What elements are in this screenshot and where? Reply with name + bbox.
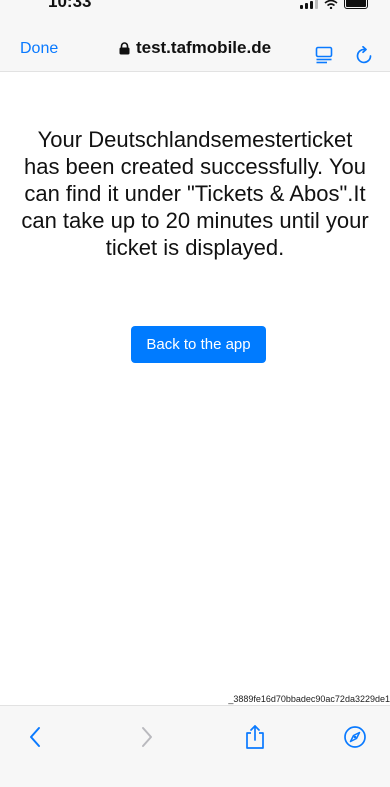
share-button[interactable] [240, 722, 270, 752]
reload-icon[interactable] [355, 46, 374, 65]
trace-id: _3889fe16d70bbadec90ac72da3229de1 [228, 694, 390, 704]
page-content: Your Deutschlandsemesterticket has been … [0, 72, 390, 702]
share-icon [246, 725, 264, 749]
back-arrow-icon [30, 727, 40, 747]
browser-nav-bar: Done test.tafmobile.de [0, 14, 390, 72]
forward-arrow-icon [142, 727, 152, 747]
battery-icon [344, 0, 368, 9]
status-time: 10:33 [48, 0, 92, 11]
safari-compass-icon [344, 726, 366, 748]
wifi-icon [324, 0, 338, 9]
url-text: test.tafmobile.de [135, 38, 272, 57]
signal-icon [300, 0, 318, 9]
success-message: Your Deutschlandsemesterticket has been … [21, 127, 369, 260]
open-in-safari-button[interactable] [340, 722, 370, 752]
back-button[interactable] [20, 722, 50, 752]
status-bar: 10:33 [0, 0, 390, 14]
lock-icon [119, 41, 130, 54]
forward-button[interactable] [132, 722, 162, 752]
back-to-app-button[interactable]: Back to the app [131, 326, 266, 363]
reader-icon[interactable] [315, 46, 333, 64]
status-icons [300, 0, 368, 9]
browser-toolbar [0, 705, 390, 787]
